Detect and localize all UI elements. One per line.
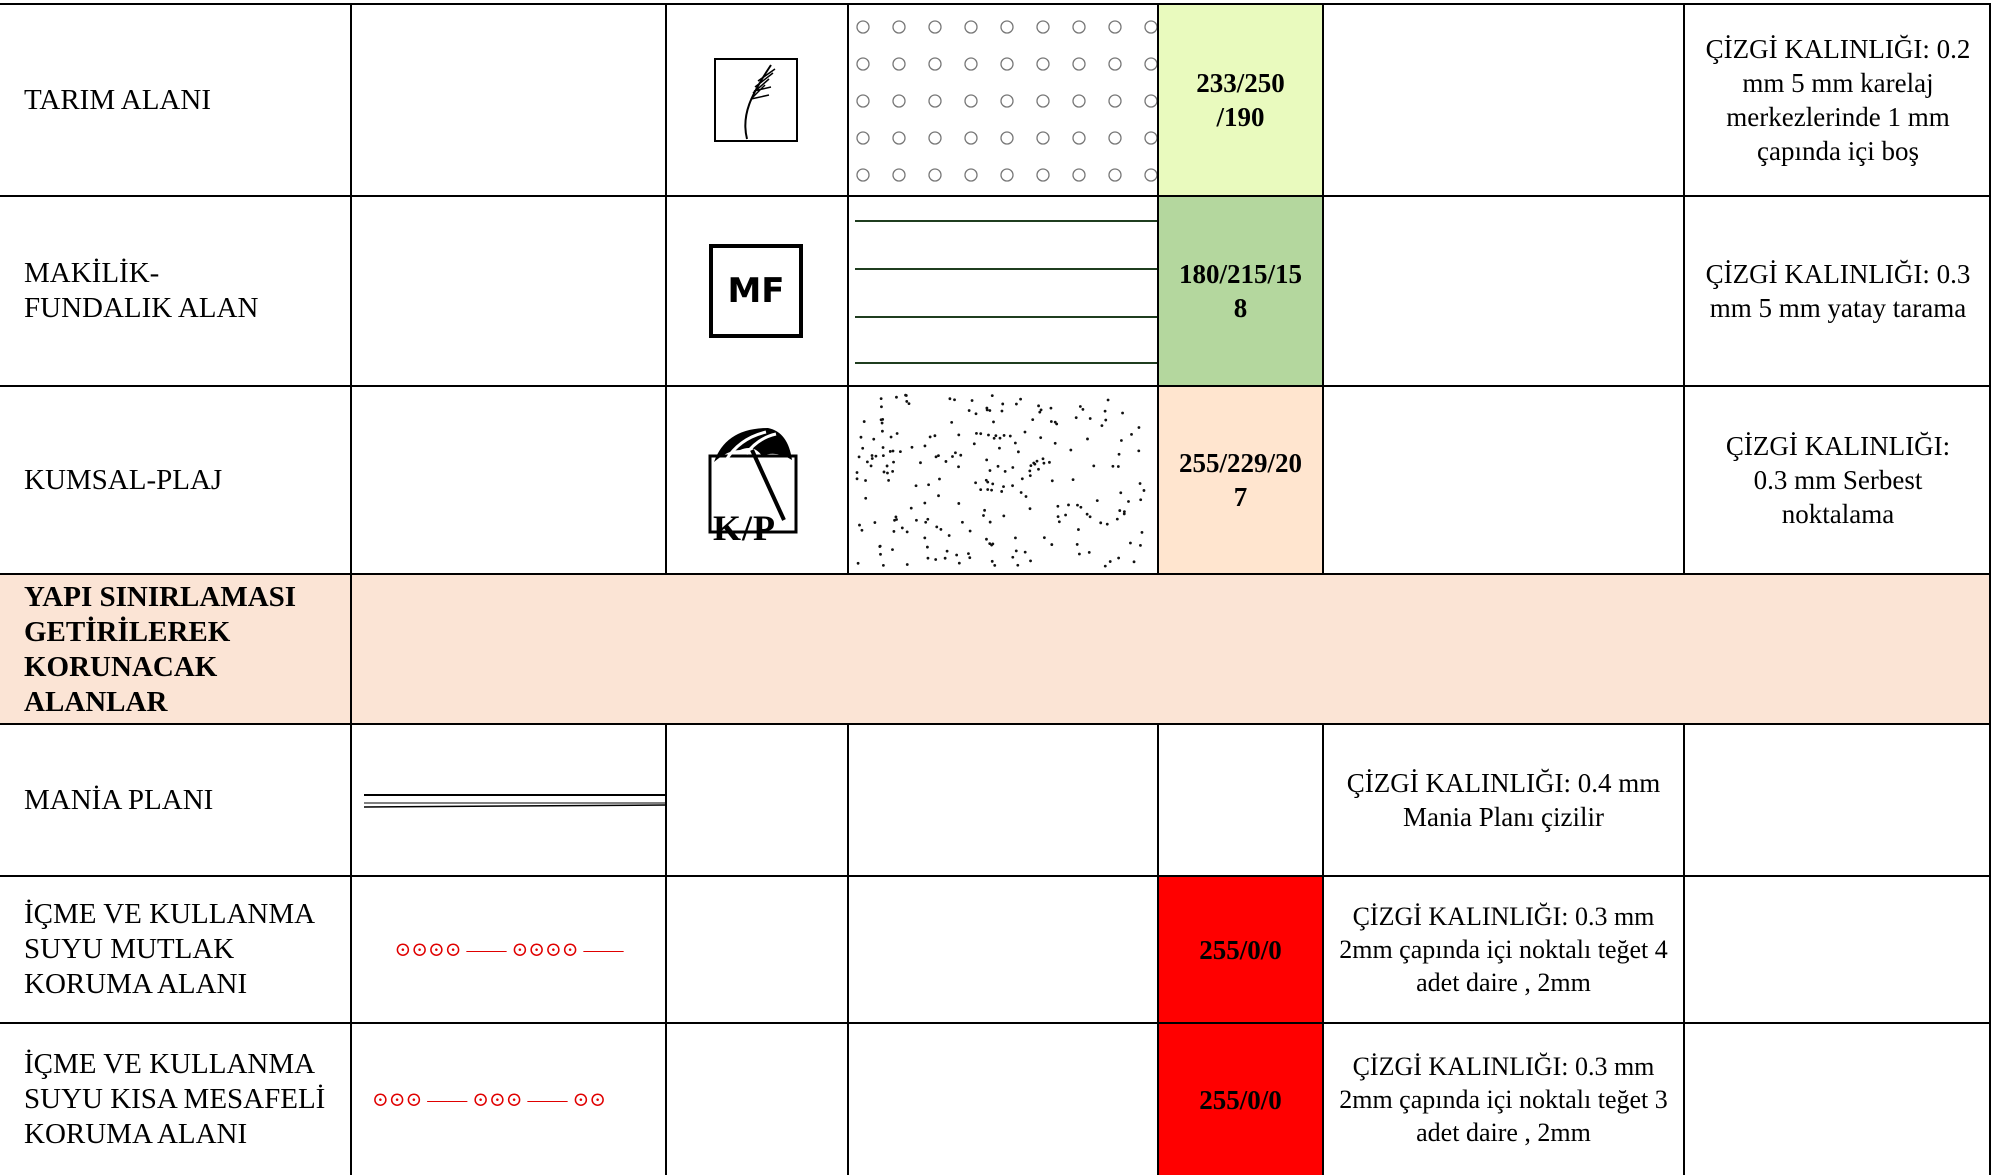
rgb-makilik: 180/215/15 8 <box>1159 197 1322 385</box>
note-kumsal: ÇİZGİ KALINLIĞI: 0.3 mm Serbest noktalam… <box>1725 431 1951 529</box>
rgb-kisa: 255/0/0 <box>1159 1024 1322 1175</box>
mf-symbol-text: MF <box>727 271 785 311</box>
symbol-mutlak-text: ⊙⊙⊙⊙ —— ⊙⊙⊙⊙ —— <box>394 939 624 961</box>
hatch-lines-pattern <box>847 197 1159 385</box>
rgb-tarim: 233/250 /190 <box>1159 5 1322 195</box>
row-makilik-name: MAKİLİK- FUNDALIK ALAN <box>24 257 259 324</box>
mania-line-symbol <box>352 725 666 875</box>
note-tarim: ÇİZGİ KALINLIĞI: 0.2 mm 5 mm karelaj mer… <box>1705 34 1971 166</box>
note-mania: ÇİZGİ KALINLIĞI: 0.4 mm Mania Planı çizi… <box>1346 768 1661 832</box>
rgb-kumsal: 255/229/20 7 <box>1159 387 1322 573</box>
beach-umbrella-icon: K/P <box>665 387 847 573</box>
row-kumsal-name: KUMSAL-PLAJ <box>24 463 223 496</box>
wheat-icon <box>665 5 847 195</box>
red-circle-line-symbol-2: ⊙⊙⊙ —— ⊙⊙⊙ —— ⊙⊙ <box>352 1024 666 1175</box>
red-circle-line-symbol: ⊙⊙⊙⊙ —— ⊙⊙⊙⊙ —— <box>352 877 666 1022</box>
section-heading: YAPI SINIRLAMASI GETİRİLEREK KORUNACAK A… <box>24 581 297 718</box>
kp-symbol-text: K/P <box>713 508 776 548</box>
mf-symbol-icon: MF <box>665 197 847 385</box>
note-kisa: ÇİZGİ KALINLIĞI: 0.3 mm 2mm çapında içi … <box>1339 1052 1668 1147</box>
row-mutlak-name: İÇME VE KULLANMA SUYU MUTLAK KORUMA ALAN… <box>24 898 314 1000</box>
hatch-circles-pattern <box>847 5 1157 195</box>
rgb-mutlak: 255/0/0 <box>1159 877 1322 1022</box>
row-tarim-name: TARIM ALANI <box>24 83 211 116</box>
row-kisa-name: İÇME VE KULLANMA SUYU KISA MESAFELİ KORU… <box>24 1048 326 1150</box>
symbol-kisa-text: ⊙⊙⊙ —— ⊙⊙⊙ —— ⊙⊙ <box>372 1089 607 1111</box>
hatch-dots-pattern <box>847 387 1157 573</box>
note-makilik: ÇİZGİ KALINLIĞI: 0.3 mm 5 mm yatay taram… <box>1705 259 1971 323</box>
row-mania-name: MANİA PLANI <box>24 783 214 816</box>
note-mutlak: ÇİZGİ KALINLIĞI: 0.3 mm 2mm çapında içi … <box>1339 902 1668 997</box>
